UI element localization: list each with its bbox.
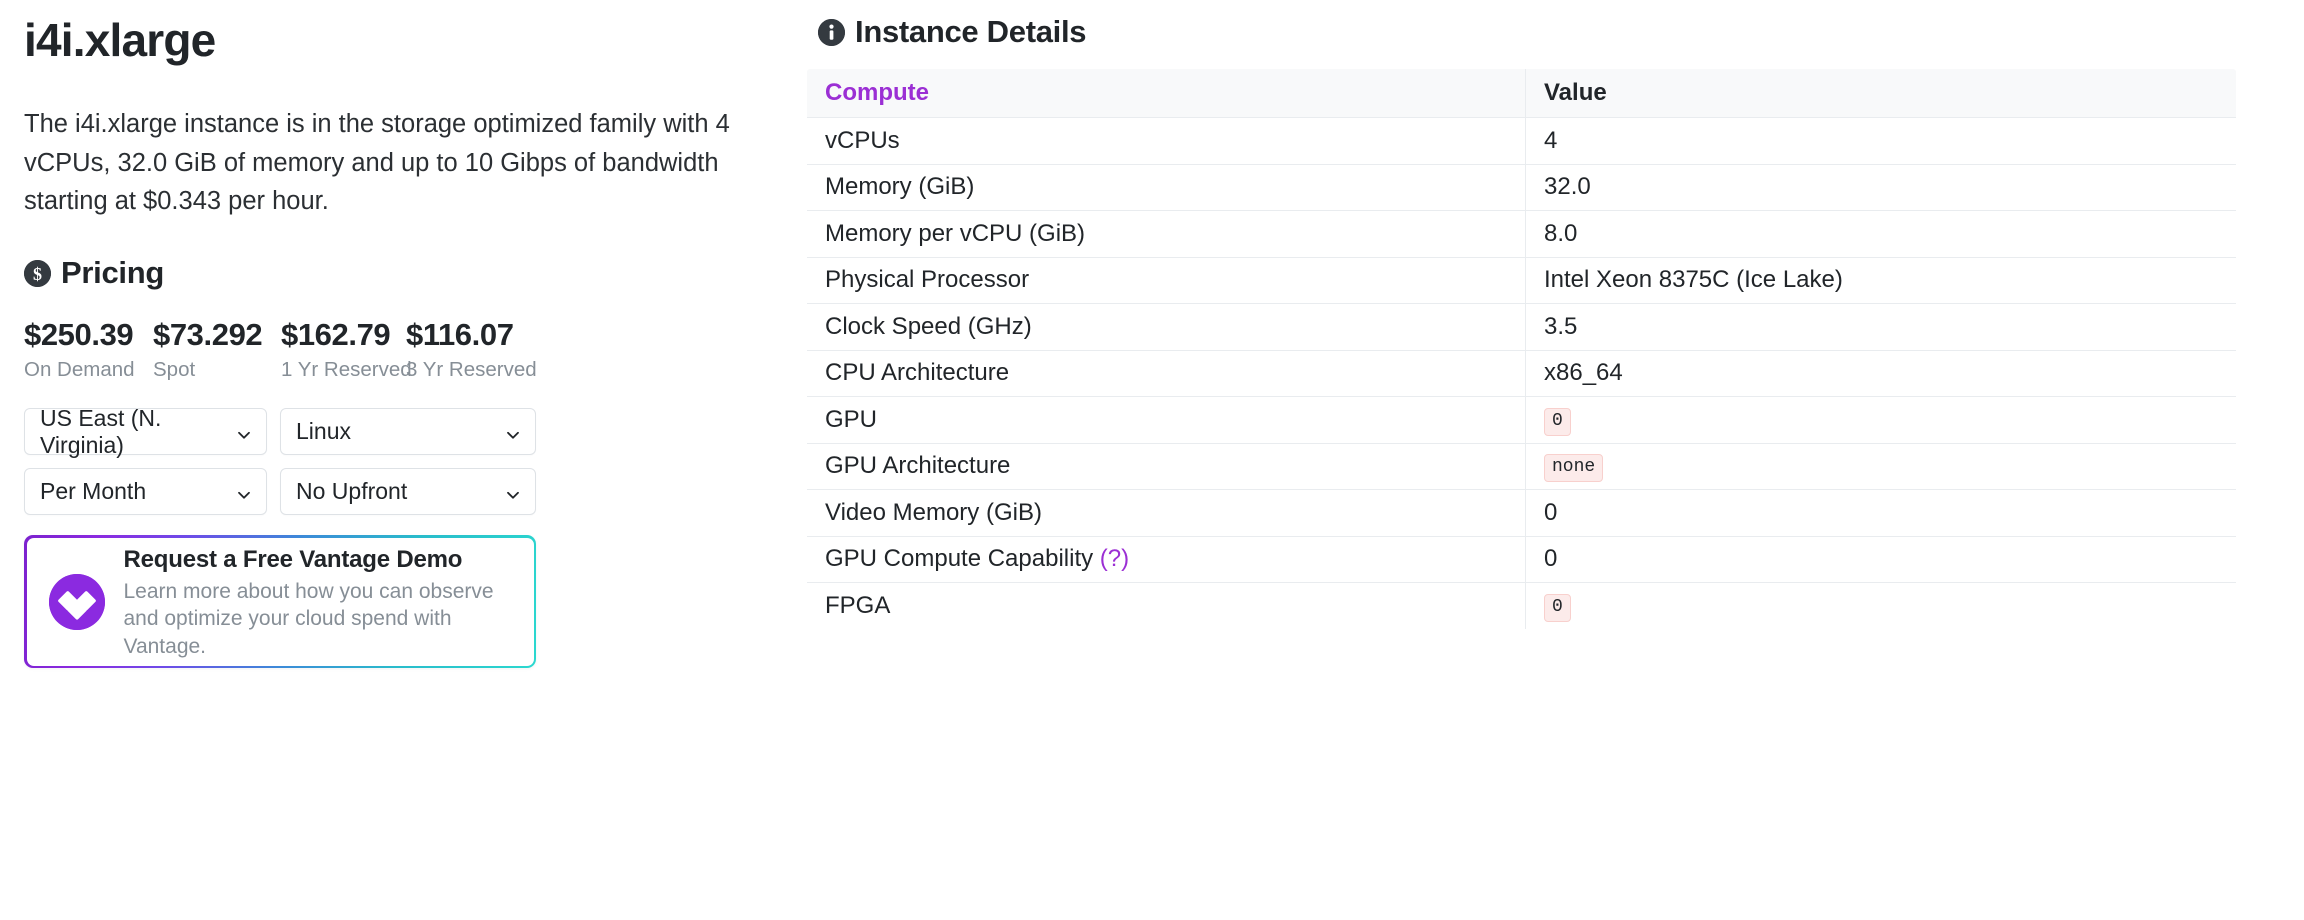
instance-description: The i4i.xlarge instance is in the storag… bbox=[24, 109, 730, 216]
table-row: vCPUs 4 bbox=[807, 117, 2236, 165]
pricing-filters: US East (N. Virginia) Linux Per Month No… bbox=[24, 405, 552, 516]
table-row: Memory (GiB) 32.0 bbox=[807, 164, 2236, 211]
price-label: Spot bbox=[153, 358, 196, 382]
region-select-value: US East (N. Virginia) bbox=[40, 404, 162, 458]
pricing-summary: $250.39 On Demand $73.292 Spot $162.79 1… bbox=[24, 317, 790, 382]
pricing-section-title: Pricing bbox=[61, 255, 164, 291]
row-label: GPU bbox=[807, 396, 1526, 444]
dollar-circle-icon: $ bbox=[24, 259, 51, 287]
right-panel: Instance Details Compute Value vCPUs 4 M… bbox=[790, 0, 2304, 920]
vantage-logo-icon bbox=[48, 573, 105, 630]
price-amount: $73.292 bbox=[153, 317, 263, 353]
table-row: FPGA 0 bbox=[807, 582, 2236, 629]
row-value: 0 bbox=[1525, 536, 2236, 583]
page-title: i4i.xlarge bbox=[24, 14, 216, 66]
price-1yr-reserved: $162.79 1 Yr Reserved bbox=[281, 317, 412, 382]
price-on-demand: $250.39 On Demand bbox=[24, 317, 153, 382]
chevron-down-icon bbox=[504, 483, 522, 501]
upfront-select[interactable]: No Upfront bbox=[280, 468, 536, 516]
row-label: Physical Processor bbox=[807, 257, 1526, 304]
chevron-down-icon bbox=[504, 423, 522, 441]
promo-card-inner: Request a Free Vantage Demo Learn more a… bbox=[26, 537, 534, 666]
instance-detail-page: i4i.xlarge The i4i.xlarge instance is in… bbox=[0, 0, 2304, 920]
price-spot: $73.292 Spot bbox=[153, 317, 281, 382]
price-label: 3 Yr Reserved bbox=[406, 358, 537, 382]
left-panel: i4i.xlarge The i4i.xlarge instance is in… bbox=[0, 0, 790, 920]
table-header-row: Compute Value bbox=[807, 68, 2236, 118]
row-value: 8.0 bbox=[1525, 210, 2236, 258]
filter-row-1: US East (N. Virginia) Linux bbox=[24, 405, 552, 458]
price-label: 1 Yr Reserved bbox=[281, 358, 412, 382]
price-amount: $250.39 bbox=[24, 317, 134, 353]
row-label-text: GPU Compute Capability bbox=[825, 545, 1094, 573]
chevron-down-icon bbox=[235, 423, 253, 441]
promo-subtitle: Learn more about how you can observe and… bbox=[123, 579, 494, 658]
value-badge: none bbox=[1544, 454, 1604, 483]
chevron-down-icon bbox=[235, 483, 253, 501]
row-value: 0 bbox=[1525, 489, 2236, 537]
row-label: Memory per vCPU (GiB) bbox=[807, 210, 1526, 258]
upfront-select-value: No Upfront bbox=[296, 478, 408, 505]
price-amount: $162.79 bbox=[281, 317, 391, 353]
pricing-section-header: $ Pricing bbox=[24, 255, 790, 291]
value-badge: 0 bbox=[1544, 593, 1571, 622]
table-row: Physical Processor Intel Xeon 8375C (Ice… bbox=[807, 257, 2236, 304]
table-row: Video Memory (GiB) 0 bbox=[807, 489, 2236, 537]
instance-details-header: Instance Details bbox=[806, 14, 2285, 50]
gpu-compute-capability-help-link[interactable]: (?) bbox=[1100, 545, 1129, 572]
region-select[interactable]: US East (N. Virginia) bbox=[24, 405, 267, 458]
row-value: 3.5 bbox=[1525, 303, 2236, 351]
table-row: GPU Compute Capability (?) 0 bbox=[807, 536, 2236, 583]
vantage-demo-promo-card[interactable]: Request a Free Vantage Demo Learn more a… bbox=[24, 535, 536, 669]
row-label: GPU Compute Capability (?) bbox=[807, 536, 1526, 583]
os-select-value: Linux bbox=[296, 418, 351, 445]
table-row: GPU Architecture none bbox=[807, 443, 2236, 490]
row-value: x86_64 bbox=[1525, 350, 2236, 397]
row-label: GPU Architecture bbox=[807, 443, 1526, 490]
column-header-value: Value bbox=[1525, 68, 2236, 118]
value-badge: 0 bbox=[1544, 407, 1571, 436]
row-value: 0 bbox=[1525, 396, 2236, 444]
row-label: Clock Speed (GHz) bbox=[807, 303, 1526, 351]
price-amount: $116.07 bbox=[406, 317, 514, 353]
billing-period-select[interactable]: Per Month bbox=[24, 468, 267, 516]
row-label: Memory (GiB) bbox=[807, 164, 1526, 211]
row-label: FPGA bbox=[807, 582, 1526, 629]
price-label: On Demand bbox=[24, 358, 135, 382]
instance-details-title: Instance Details bbox=[855, 14, 1087, 49]
svg-text:$: $ bbox=[33, 264, 42, 284]
table-row: CPU Architecture x86_64 bbox=[807, 350, 2236, 397]
table-row: Memory per vCPU (GiB) 8.0 bbox=[807, 210, 2236, 258]
filter-row-2: Per Month No Upfront bbox=[24, 468, 552, 516]
table-row: Clock Speed (GHz) 3.5 bbox=[807, 303, 2236, 351]
row-value: Intel Xeon 8375C (Ice Lake) bbox=[1525, 257, 2236, 304]
row-value: 0 bbox=[1525, 582, 2236, 629]
price-3yr-reserved: $116.07 3 Yr Reserved bbox=[406, 317, 537, 382]
row-value: 4 bbox=[1525, 117, 2236, 165]
os-select[interactable]: Linux bbox=[280, 408, 536, 456]
billing-period-select-value: Per Month bbox=[40, 478, 147, 505]
promo-text-block: Request a Free Vantage Demo Learn more a… bbox=[124, 543, 512, 661]
column-header-compute: Compute bbox=[807, 68, 1526, 118]
row-label: CPU Architecture bbox=[807, 350, 1526, 397]
promo-title: Request a Free Vantage Demo bbox=[123, 545, 463, 573]
row-value: none bbox=[1525, 443, 2236, 490]
info-circle-icon bbox=[818, 18, 845, 46]
row-label: Video Memory (GiB) bbox=[807, 489, 1526, 537]
row-label: vCPUs bbox=[807, 117, 1526, 165]
table-row: GPU 0 bbox=[807, 396, 2236, 444]
row-value: 32.0 bbox=[1525, 164, 2236, 211]
instance-details-table: Compute Value vCPUs 4 Memory (GiB) 32.0 … bbox=[806, 68, 2237, 630]
